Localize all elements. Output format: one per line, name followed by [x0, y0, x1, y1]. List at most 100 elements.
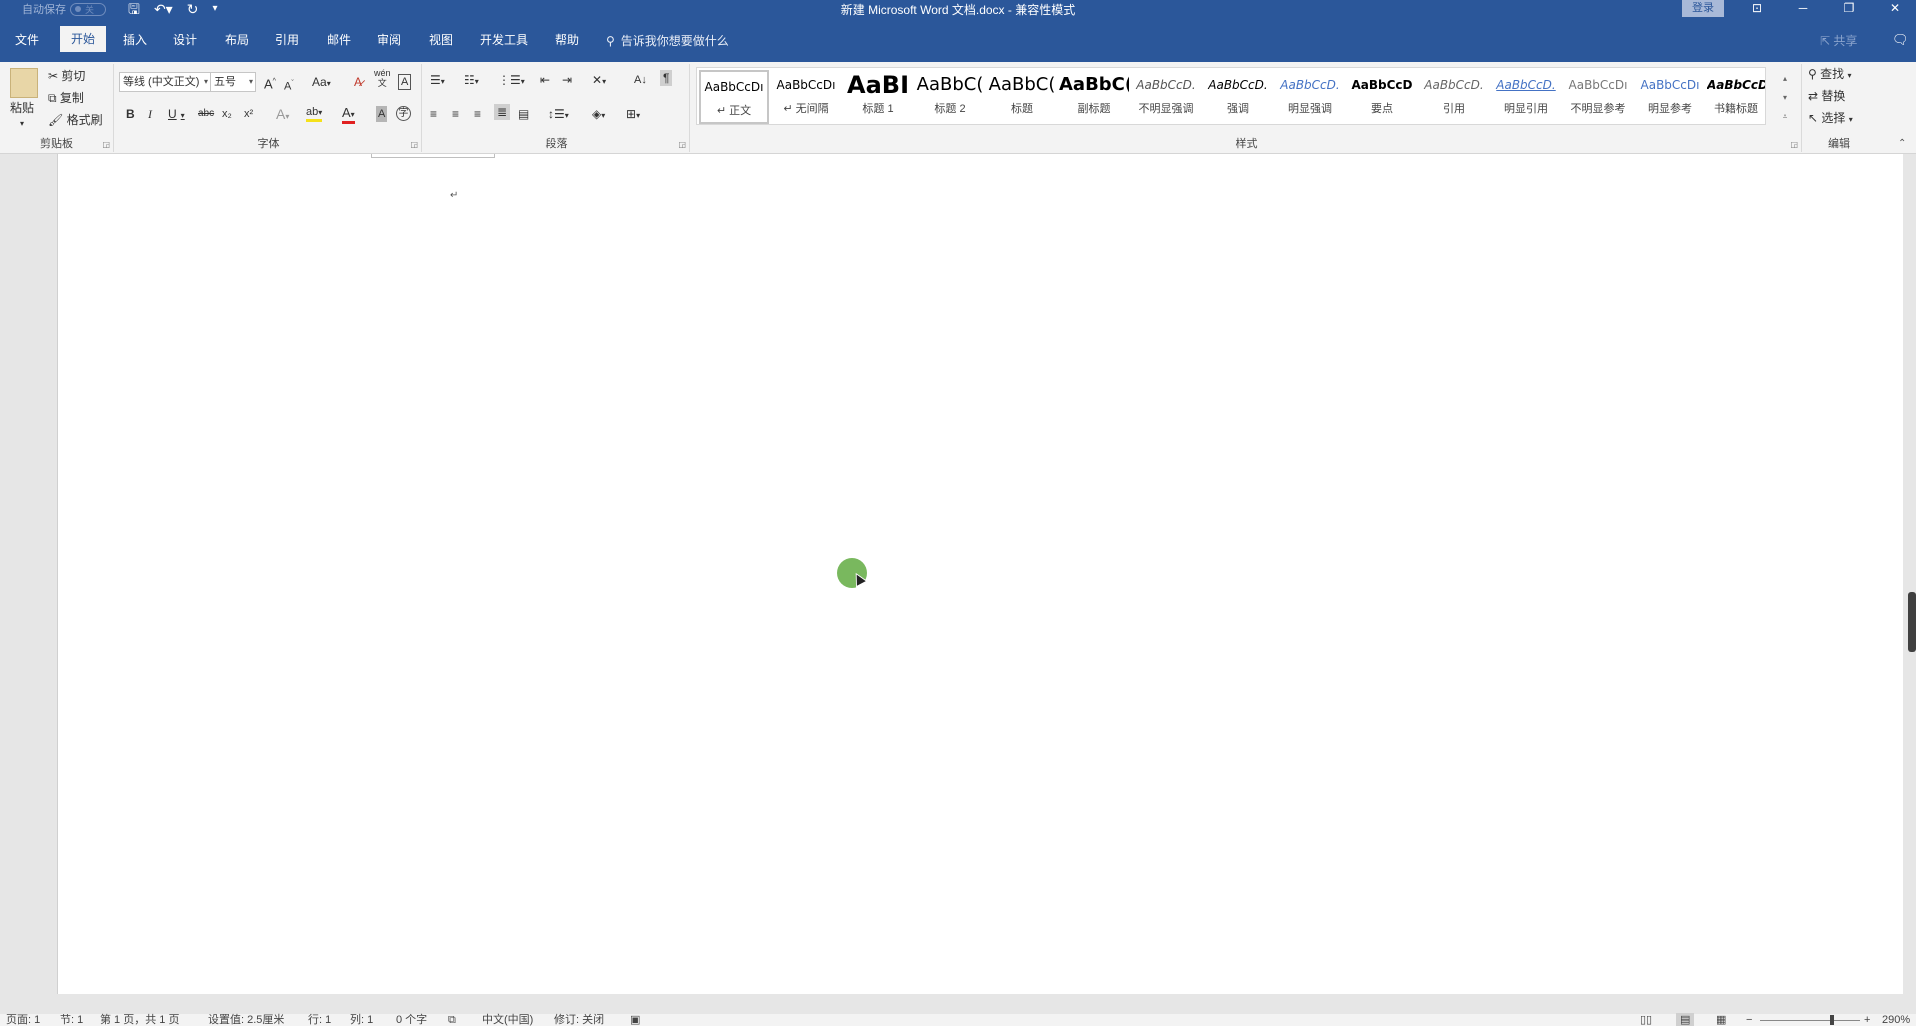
replace-button[interactable]: ⇄ 替换	[1808, 88, 1845, 104]
style-emphasis[interactable]: AaBbCcD. 强调	[1203, 70, 1273, 124]
find-button[interactable]: ⚲ 查找 ▾	[1808, 66, 1852, 84]
text-effects-button[interactable]: A▾	[276, 106, 289, 125]
style-no-spacing[interactable]: AaBbCcDı ↵ 无间隔	[771, 70, 841, 124]
zoom-out-button[interactable]: −	[1746, 1013, 1752, 1026]
format-painter-button[interactable]: 🖌 格式刷	[48, 112, 103, 128]
status-track-changes[interactable]: 修订: 关闭	[554, 1013, 604, 1026]
tab-help[interactable]: 帮助	[546, 30, 588, 62]
tab-developer[interactable]: 开发工具	[474, 30, 534, 62]
status-position[interactable]: 设置值: 2.5厘米	[208, 1013, 284, 1026]
sort-icon[interactable]: A↓	[634, 72, 647, 88]
tell-me-search[interactable]: ⚲ 告诉我你想要做什么	[606, 32, 729, 49]
side-panel-handle[interactable]	[1908, 592, 1916, 652]
style-subtle-reference[interactable]: AaBbCcDı 不明显参考	[1563, 70, 1633, 124]
autosave-toggle[interactable]: 关	[70, 2, 106, 16]
status-language[interactable]: 中文(中国)	[482, 1013, 533, 1026]
font-name-box[interactable]: 等线 (中文正文) ▾	[119, 72, 211, 92]
gallery-more-icon[interactable]: ⩡	[1783, 112, 1788, 122]
clipboard-icon[interactable]	[10, 68, 38, 98]
line-spacing-icon[interactable]: ↕☰▾	[548, 106, 569, 124]
italic-button[interactable]: I	[148, 106, 152, 122]
character-shading-button[interactable]: A	[376, 106, 388, 122]
numbering-icon[interactable]: ☷▾	[464, 72, 479, 90]
style-heading-2[interactable]: AaBbC( 标题 2	[915, 70, 985, 124]
select-button[interactable]: ↖ 选择 ▾	[1808, 110, 1853, 128]
tab-design[interactable]: 设计	[164, 30, 206, 62]
justify-icon[interactable]: ≣	[494, 104, 511, 120]
login-button[interactable]: 登录	[1682, 0, 1724, 17]
scroll-up-icon[interactable]: ▴	[1783, 74, 1787, 83]
tab-layout[interactable]: 布局	[216, 30, 258, 62]
zoom-slider[interactable]	[1760, 1020, 1860, 1021]
change-case-button[interactable]: Aa▾	[312, 74, 331, 92]
share-button[interactable]: ⇱ 共享	[1820, 32, 1857, 49]
shrink-font-button[interactable]: Aˇ	[284, 76, 294, 95]
document-page[interactable]: ↵	[57, 154, 1903, 994]
grow-font-button[interactable]: A^	[264, 74, 276, 92]
style-strong[interactable]: AaBbCcD 要点	[1347, 70, 1417, 124]
tab-review[interactable]: 审阅	[368, 30, 410, 62]
shading-icon[interactable]: ◈▾	[592, 106, 605, 124]
comments-icon[interactable]: 🗨	[1892, 32, 1909, 48]
scroll-down-icon[interactable]: ▾	[1783, 93, 1787, 102]
underline-button[interactable]: U ▾	[168, 106, 185, 124]
proofing-icon[interactable]: ⧉	[448, 1013, 456, 1026]
style-subtitle[interactable]: AaBbC( 副标题	[1059, 70, 1129, 124]
decrease-indent-icon[interactable]: ⇤	[540, 72, 550, 88]
clipboard-launcher-icon[interactable]: ◲	[102, 140, 110, 149]
web-layout-icon[interactable]: ▦	[1716, 1013, 1726, 1026]
ribbon-display-icon[interactable]: ⊡	[1734, 0, 1780, 18]
style-title[interactable]: AaBbC( 标题	[987, 70, 1057, 124]
align-right-icon[interactable]: ≡	[474, 106, 481, 122]
style-subtle-emphasis[interactable]: AaBbCcD. 不明显强调	[1131, 70, 1201, 124]
status-column[interactable]: 列: 1	[350, 1013, 373, 1026]
read-mode-icon[interactable]: ▯▯	[1640, 1013, 1652, 1026]
zoom-slider-thumb[interactable]	[1830, 1015, 1834, 1025]
redo-icon[interactable]: ↻	[187, 1, 199, 17]
restore-icon[interactable]: ❐	[1826, 0, 1872, 18]
style-normal[interactable]: AaBbCcDı ↵ 正文	[699, 70, 769, 124]
save-icon[interactable]: 🖫	[128, 1, 140, 17]
close-icon[interactable]: ✕	[1872, 0, 1916, 18]
superscript-button[interactable]: x²	[244, 106, 253, 122]
font-size-box[interactable]: 五号 ▾	[210, 72, 256, 92]
font-color-button[interactable]: A▾	[342, 106, 355, 124]
tab-file[interactable]: 文件	[6, 30, 48, 62]
style-book-title[interactable]: AaBbCcD 书籍标题	[1707, 70, 1765, 124]
autosave[interactable]: 自动保存 关	[22, 1, 106, 17]
copy-button[interactable]: ⧉ 复制	[48, 90, 84, 106]
phonetic-guide-button[interactable]: wén 文	[374, 68, 391, 88]
minimize-icon[interactable]: ─	[1780, 0, 1826, 18]
zoom-level[interactable]: 290%	[1882, 1013, 1910, 1026]
paste-dropdown-icon[interactable]: ▾	[20, 116, 24, 132]
tab-view[interactable]: 视图	[420, 30, 462, 62]
subscript-button[interactable]: x₂	[222, 106, 232, 122]
status-page-of[interactable]: 第 1 页，共 1 页	[100, 1013, 179, 1026]
character-border-icon[interactable]: A	[398, 74, 412, 90]
paste-button[interactable]: 粘贴	[10, 100, 34, 116]
font-launcher-icon[interactable]: ◲	[410, 140, 418, 149]
status-page[interactable]: 页面: 1	[6, 1013, 40, 1026]
customize-icon[interactable]: ▾	[212, 1, 217, 17]
tab-home[interactable]: 开始	[60, 26, 106, 52]
styles-launcher-icon[interactable]: ◲	[1790, 140, 1798, 149]
align-left-icon[interactable]: ≡	[430, 106, 437, 122]
status-line[interactable]: 行: 1	[308, 1013, 331, 1026]
show-marks-icon[interactable]: ¶	[660, 70, 673, 86]
style-quote[interactable]: AaBbCcD. 引用	[1419, 70, 1489, 124]
status-word-count[interactable]: 0 个字	[396, 1013, 427, 1026]
style-intense-quote[interactable]: AaBbCcD. 明显引用	[1491, 70, 1561, 124]
zoom-in-button[interactable]: +	[1864, 1013, 1870, 1026]
style-heading-1[interactable]: AaBI 标题 1	[843, 70, 913, 124]
tab-insert[interactable]: 插入	[114, 30, 156, 62]
style-intense-reference[interactable]: AaBbCcDı 明显参考	[1635, 70, 1705, 124]
strikethrough-button[interactable]: abc	[198, 106, 214, 122]
chinese-layout-icon[interactable]: ✕▾	[592, 72, 606, 90]
tab-references[interactable]: 引用	[266, 30, 308, 62]
collapse-ribbon-icon[interactable]: ⌃	[1898, 136, 1906, 152]
multilevel-list-icon[interactable]: ⋮☰▾	[498, 72, 525, 90]
style-intense-emphasis[interactable]: AaBbCcD. 明显强调	[1275, 70, 1345, 124]
clear-formatting-icon[interactable]: A̷	[354, 74, 362, 90]
bold-button[interactable]: B	[126, 106, 135, 122]
gallery-scroll[interactable]: ▴ ▾ ⩡	[1778, 69, 1792, 127]
